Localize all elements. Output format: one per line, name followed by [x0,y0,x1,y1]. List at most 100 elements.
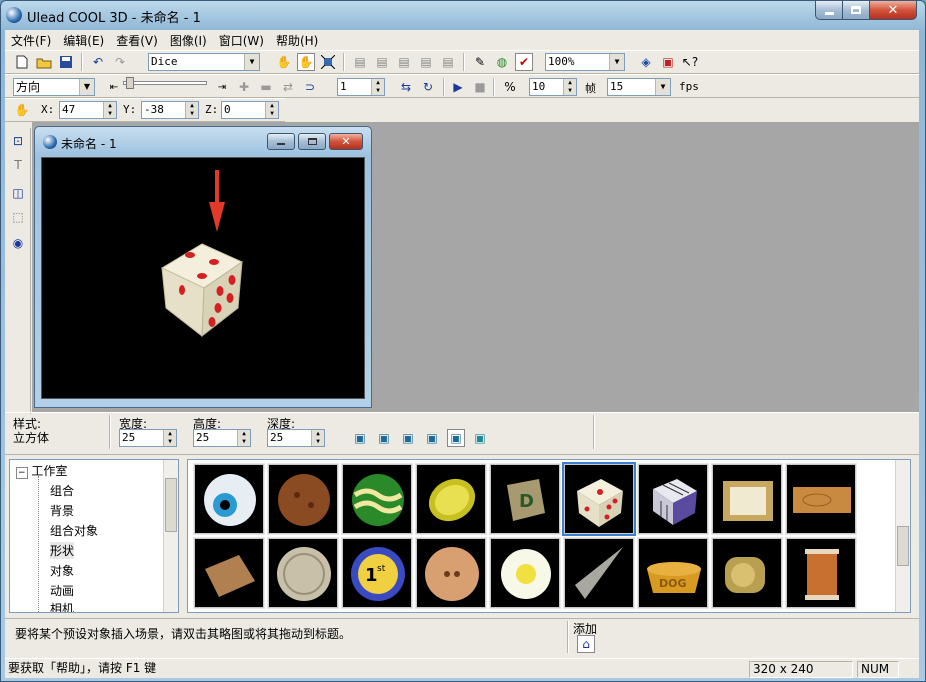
insert-object-icon[interactable]: ⊡ [9,132,27,150]
height-spinner[interactable]: 25 ▲ ▼ [193,429,251,447]
spinner-arrows-icon[interactable]: ▲ ▼ [237,430,250,446]
thumb-striped-ball[interactable] [341,463,413,535]
remove-keyframe-icon[interactable]: ▬ [257,78,275,96]
spinner-arrows-icon[interactable]: ▲ ▼ [371,79,384,95]
bevel-icon-6[interactable]: ▣ [471,429,489,447]
menu-window[interactable]: 窗口(W) [213,32,270,49]
pingpong-icon[interactable]: ⇆ [397,78,415,96]
y-spinner[interactable]: -38 ▲ ▼ [141,101,199,119]
menu-help[interactable]: 帮助(H) [270,32,324,49]
thumb-cone[interactable] [563,537,635,609]
thumb-lemon[interactable] [415,463,487,535]
thumb-picture-frame[interactable] [711,463,783,535]
timeline-slider[interactable] [123,77,207,89]
stop-icon[interactable]: ■ [471,78,489,96]
thumb-dice[interactable] [562,462,636,536]
hand-move-icon[interactable]: ✋ [275,53,293,71]
menu-edit[interactable]: 编辑(E) [57,32,110,49]
checkbox-view-icon[interactable]: ✔ [515,53,533,71]
bevel-icon-4[interactable]: ▣ [423,429,441,447]
save-icon[interactable] [57,53,75,71]
doc-close-button[interactable]: ✕ [329,133,363,150]
tree-root[interactable]: − 工作室 [16,462,67,479]
bevel-icon-3[interactable]: ▣ [399,429,417,447]
attribute-select[interactable]: 方向 ▼ [13,78,95,96]
thumb-cork-board[interactable] [193,537,265,609]
align-icon-2[interactable]: ▤ [373,53,391,71]
z-spinner[interactable]: 0 ▲ ▼ [221,101,279,119]
thumb-coin[interactable] [267,537,339,609]
bevel-icon-1[interactable]: ▣ [351,429,369,447]
edit-geometry-icon[interactable]: ⬚ [9,208,27,226]
thumb-rubik-cube[interactable] [637,463,709,535]
thumb-cookie[interactable] [267,463,339,535]
render-icon[interactable]: ◈ [637,53,655,71]
close-button[interactable]: ✕ [869,1,917,20]
plugin-icon[interactable]: ▣ [659,53,677,71]
open-folder-icon[interactable] [35,53,53,71]
align-icon-4[interactable]: ▤ [417,53,435,71]
menu-view[interactable]: 查看(V) [110,32,164,49]
doc-maximize-button[interactable] [298,133,326,150]
rotate-hand-icon[interactable]: ✋ [297,53,315,71]
object-select[interactable]: Dice ▼ [148,53,260,71]
light-icon[interactable]: ✎ [471,53,489,71]
resize-icon[interactable] [319,53,337,71]
tree-item-animation[interactable]: 动画 [50,582,74,599]
spinner-arrows-icon[interactable]: ▲ ▼ [103,102,116,118]
fps-select[interactable]: 15 ▼ [607,78,671,96]
title-bar[interactable]: Ulead COOL 3D - 未命名 - 1 ✕ [1,1,925,29]
spinner-arrows-icon[interactable]: ▲ ▼ [163,430,176,446]
align-icon-5[interactable]: ▤ [439,53,457,71]
play-icon[interactable]: ▶ [449,78,467,96]
position-hand-icon[interactable]: ✋ [13,101,31,119]
frames-spinner[interactable]: 10 ▲ ▼ [529,78,577,96]
thumb-first-badge[interactable]: 1st [341,537,413,609]
scroll-thumb[interactable] [165,478,177,532]
tree-item-shape[interactable]: 形状 [50,542,75,559]
tree-scrollbar[interactable] [163,460,178,612]
menu-image[interactable]: 图像(I) [164,32,213,49]
thumb-dog-bowl[interactable]: DOG [637,537,709,609]
x-spinner[interactable]: 47 ▲ ▼ [59,101,117,119]
add-keyframe-icon[interactable]: ✚ [235,78,253,96]
last-frame-icon[interactable]: ⇥ [213,78,231,96]
menu-file[interactable]: 文件(F) [5,32,57,49]
depth-spinner[interactable]: 25 ▲ ▼ [267,429,325,447]
scroll-thumb[interactable] [897,526,909,566]
gallery-scrollbar[interactable] [895,460,910,612]
thumb-door-lock[interactable] [711,537,783,609]
thumb-fried-egg[interactable] [489,537,561,609]
help-pointer-icon[interactable]: ↖? [681,53,699,71]
tree-item-composite[interactable]: 组合对象 [50,522,98,539]
bevel-icon-5[interactable]: ▣ [447,429,465,447]
tree-item-background[interactable]: 背景 [50,502,74,519]
render-canvas[interactable] [41,157,365,399]
tree-item-group[interactable]: 组合 [50,482,74,499]
resize-grip-icon[interactable] [901,661,917,678]
smooth-icon[interactable]: % [501,78,519,96]
geometry-icon[interactable]: ◫ [9,184,27,202]
zoom-select[interactable]: 100% ▼ [545,53,625,71]
frame-spinner[interactable]: 1 ▲ ▼ [337,78,385,96]
thumb-letter-block[interactable]: D [489,463,561,535]
maximize-button[interactable] [842,1,870,20]
undo-icon[interactable]: ↶ [89,53,107,71]
insert-text-icon[interactable]: T [9,156,27,174]
slider-thumb[interactable] [126,77,134,89]
align-icon-1[interactable]: ▤ [351,53,369,71]
spinner-arrows-icon[interactable]: ▲ ▼ [311,430,324,446]
thumb-eyeball[interactable] [193,463,265,535]
doc-minimize-button[interactable] [267,133,295,150]
thumb-button[interactable] [415,537,487,609]
spinner-arrows-icon[interactable]: ▲ ▼ [185,102,198,118]
spinner-arrows-icon[interactable]: ▲ ▼ [265,102,278,118]
loop-icon[interactable]: ⊃ [301,78,319,96]
tree-item-object[interactable]: 对象 [50,562,74,579]
bevel-icon-2[interactable]: ▣ [375,429,393,447]
reverse-icon[interactable]: ⇄ [279,78,297,96]
minimize-button[interactable] [815,1,843,20]
width-spinner[interactable]: 25 ▲ ▼ [119,429,177,447]
dice-object[interactable] [160,243,244,338]
globe-icon[interactable]: ◍ [493,53,511,71]
